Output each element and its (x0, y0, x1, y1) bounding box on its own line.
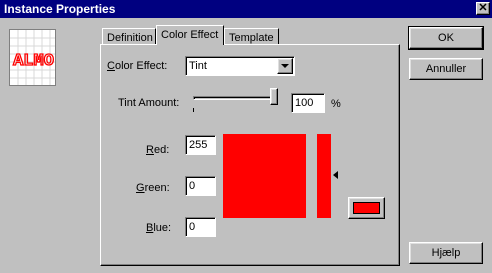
current-color-swatch (353, 202, 380, 214)
green-input[interactable]: 0 (185, 176, 216, 196)
window-title: Instance Properties (4, 2, 116, 16)
color-spectrum-box[interactable] (223, 134, 306, 218)
color-effect-select[interactable]: Tint (185, 56, 295, 76)
percent-label: % (331, 98, 341, 110)
almo-logo: ALMO (13, 52, 54, 71)
close-button[interactable]: ✕ (476, 2, 490, 15)
tint-slider-thumb[interactable] (270, 88, 278, 105)
brightness-bar[interactable] (317, 134, 331, 218)
chevron-down-icon (281, 63, 289, 68)
brightness-marker-icon[interactable] (333, 171, 338, 179)
help-button[interactable]: Hjælp (409, 242, 483, 264)
current-color-button[interactable] (348, 197, 385, 219)
tab-definition-label: Definition (107, 32, 153, 44)
blue-input[interactable]: 0 (185, 217, 216, 237)
symbol-preview: ALMO (9, 29, 56, 86)
red-label: Red: (146, 144, 170, 156)
green-label: Green: (136, 182, 170, 194)
tint-slider-track[interactable] (193, 96, 277, 100)
dropdown-button[interactable] (277, 58, 293, 74)
tint-amount-label: Tint Amount: (118, 97, 180, 109)
slider-tick (193, 108, 194, 112)
help-button-label: Hjælp (431, 247, 461, 259)
tab-color-effect[interactable]: Color Effect (156, 25, 224, 45)
tint-amount-input[interactable]: 100 (291, 93, 325, 113)
close-icon: ✕ (478, 2, 488, 14)
ok-button[interactable]: OK (408, 26, 484, 50)
blue-label: Blue: (146, 222, 172, 234)
color-effect-label: Color Effect: (107, 60, 168, 72)
tab-template-label: Template (229, 32, 274, 44)
tab-color-effect-label: Color Effect (161, 29, 219, 41)
title-bar: Instance Properties ✕ (0, 0, 492, 18)
preview-grid-image: ALMO (10, 30, 55, 85)
cancel-button[interactable]: Annuller (409, 58, 483, 80)
color-effect-value: Tint (189, 60, 207, 72)
red-input[interactable]: 255 (185, 135, 216, 155)
cancel-button-label: Annuller (425, 63, 467, 75)
ok-button-label: OK (438, 32, 454, 44)
